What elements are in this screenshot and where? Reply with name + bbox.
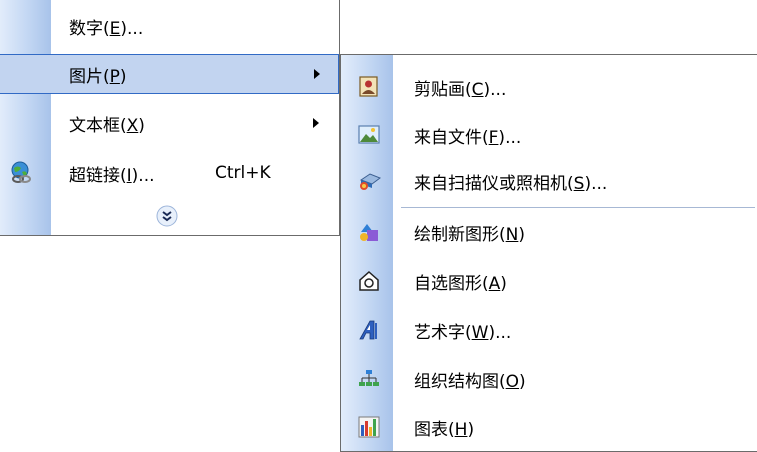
submenu-item-new-drawing-label: 绘制新图形(N) — [414, 224, 525, 245]
submenu-item-from-scanner-label: 来自扫描仪或照相机(S)... — [414, 173, 608, 194]
submenu-arrow-icon — [314, 69, 320, 79]
menu-item-number[interactable]: 数字(E)... — [0, 7, 339, 45]
hyperlink-globe-icon — [9, 161, 31, 183]
menu-item-picture-label: 图片(P) — [69, 66, 127, 87]
submenu-item-org-chart-label: 组织结构图(O) — [414, 371, 526, 392]
menu-item-picture[interactable]: 图片(P) — [0, 54, 339, 94]
picture-file-icon — [358, 124, 380, 146]
menu-item-hyperlink-shortcut: Ctrl+K — [215, 163, 271, 183]
submenu-item-autoshapes[interactable]: 自选图形(A) — [341, 261, 757, 301]
chart-icon — [358, 416, 380, 438]
menu-item-number-label: 数字(E)... — [69, 18, 144, 39]
new-drawing-icon — [358, 221, 380, 243]
insert-menu: 数字(E)... 图片(P) 文本框(X) 超链接(I)... Ctrl+K — [0, 0, 340, 236]
submenu-item-clipart-label: 剪贴画(C)... — [414, 79, 507, 100]
submenu-item-org-chart[interactable]: 组织结构图(O) — [341, 359, 757, 399]
submenu-item-autoshapes-label: 自选图形(A) — [414, 273, 507, 294]
submenu-item-from-scanner[interactable]: 来自扫描仪或照相机(S)... — [341, 161, 757, 201]
double-chevron-down-icon — [156, 205, 178, 227]
submenu-item-from-file-label: 来自文件(F)... — [414, 127, 522, 148]
submenu-item-wordart[interactable]: 艺术字(W)... — [341, 310, 757, 350]
submenu-arrow-icon — [313, 118, 319, 128]
expand-menu-button[interactable] — [155, 204, 179, 228]
submenu-item-clipart[interactable]: 剪贴画(C)... — [341, 67, 757, 107]
submenu-item-chart-label: 图表(H) — [414, 419, 475, 440]
org-chart-icon — [358, 368, 380, 390]
submenu-item-from-file[interactable]: 来自文件(F)... — [341, 115, 757, 155]
picture-submenu: 剪贴画(C)... 来自文件(F)... 来自扫描仪或照相机(S)... 绘制新… — [340, 54, 757, 452]
clip-art-icon — [358, 76, 380, 98]
autoshapes-icon — [358, 270, 380, 292]
menu-item-textbox-label: 文本框(X) — [69, 115, 145, 136]
wordart-icon — [358, 319, 380, 341]
menu-item-textbox[interactable]: 文本框(X) — [0, 104, 339, 142]
submenu-item-wordart-label: 艺术字(W)... — [414, 322, 512, 343]
menu-item-hyperlink[interactable]: 超链接(I)... Ctrl+K — [0, 154, 339, 192]
menu-item-hyperlink-label: 超链接(I)... — [69, 165, 155, 186]
scanner-camera-icon — [358, 170, 382, 192]
submenu-item-new-drawing[interactable]: 绘制新图形(N) — [341, 212, 757, 252]
submenu-separator — [401, 207, 755, 208]
submenu-item-chart[interactable]: 图表(H) — [341, 407, 757, 447]
